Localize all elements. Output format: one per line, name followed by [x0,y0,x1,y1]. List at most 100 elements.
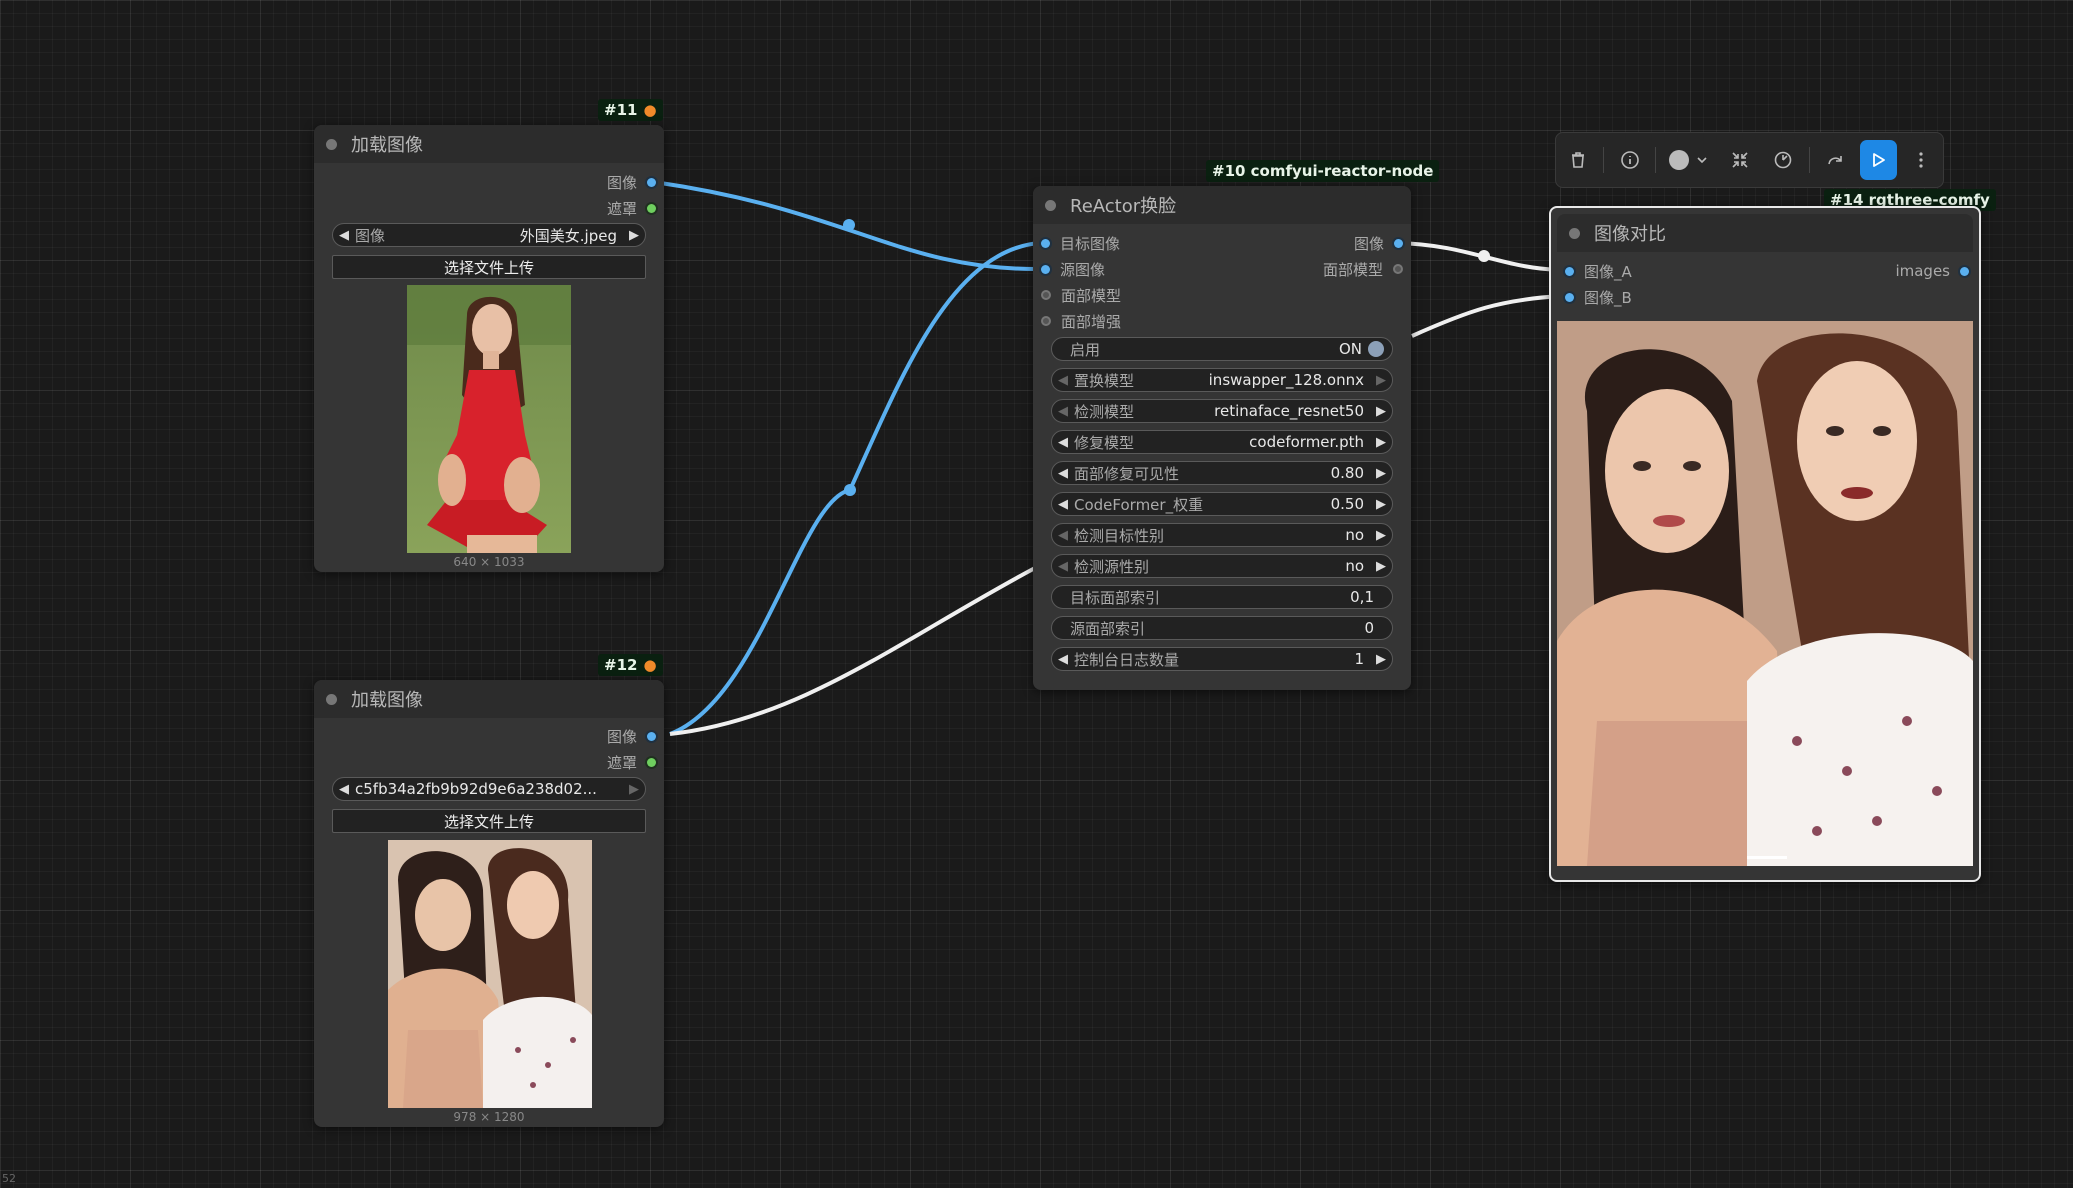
toggle-knob-icon[interactable] [1368,341,1384,357]
socket-icon[interactable] [1394,238,1403,248]
target-face-index-widget[interactable]: 目标面部索引 0,1 [1051,585,1393,609]
source-face-index-widget[interactable]: 源面部索引 0 [1051,616,1393,640]
widget-value: codeformer.pth [1249,433,1364,451]
input-target-image-slot[interactable]: 目标图像 [1041,232,1120,254]
output-mask-slot[interactable]: 遮罩 [607,197,656,219]
more-icon[interactable] [1903,140,1940,180]
input-face-boost-slot[interactable]: 面部增强 [1041,310,1121,332]
widget-label: 控制台日志数量 [1074,650,1180,669]
toolbar-divider [1808,147,1810,173]
output-face-model-slot[interactable]: 面部模型 [1323,258,1403,280]
widget-value: retinaface_resnet50 [1214,402,1364,420]
run-button[interactable] [1859,140,1897,180]
input-image-b-slot[interactable]: 图像_B [1565,286,1632,308]
arrow-left-icon[interactable]: ◀ [333,228,355,243]
socket-icon[interactable] [1041,264,1050,274]
arrow-left-icon[interactable]: ◀ [333,782,355,797]
arrow-right-icon[interactable]: ▶ [1370,559,1392,574]
socket-icon[interactable] [1565,292,1574,302]
color-picker-button[interactable] [1663,140,1715,180]
image-preview [388,840,592,1108]
widget-value: no [1345,526,1364,544]
slot-label: 图像_B [1584,288,1632,307]
arrow-left-icon[interactable]: ◀ [1052,404,1074,419]
arrow-right-icon[interactable]: ▶ [1370,435,1392,450]
collapse-dot-icon[interactable] [326,138,337,150]
image-compare-node[interactable]: 图像对比 图像_A 图像_B images [1549,206,1981,882]
node-id: #12 [604,656,638,674]
arrow-right-icon[interactable]: ▶ [1370,404,1392,419]
socket-icon[interactable] [1041,316,1051,326]
node-header[interactable]: 加载图像 [314,125,664,163]
node-header[interactable]: ReActor换脸 [1033,186,1411,224]
image-size-label: 978 × 1280 [453,1110,525,1124]
socket-icon[interactable] [647,731,656,741]
arrow-right-icon[interactable]: ▶ [1370,466,1392,481]
swap-model-widget[interactable]: ◀ 置换模型 inswapper_128.onnx ▶ [1051,368,1393,392]
socket-icon[interactable] [1041,290,1051,300]
arrow-right-icon[interactable]: ▶ [1370,528,1392,543]
widget-value: 1 [1354,650,1364,668]
socket-icon[interactable] [1041,238,1050,248]
bypass-icon[interactable] [1764,140,1801,180]
redo-icon[interactable] [1816,140,1853,180]
load-image-node-12[interactable]: 加载图像 图像 遮罩 ◀ c5fb34a2fb9b92d9e6a238d02..… [314,680,664,1127]
input-face-model-slot[interactable]: 面部模型 [1041,284,1121,306]
arrow-left-icon[interactable]: ◀ [1052,652,1074,667]
arrow-left-icon[interactable]: ◀ [1052,435,1074,450]
collapse-dot-icon[interactable] [1569,227,1580,239]
collapse-icon[interactable] [1721,140,1758,180]
image-select-widget[interactable]: ◀ c5fb34a2fb9b92d9e6a238d02... ▶ [332,777,646,801]
arrow-right-icon[interactable]: ▶ [623,228,645,243]
socket-icon[interactable] [647,757,656,767]
detect-model-widget[interactable]: ◀ 检测模型 retinaface_resnet50 ▶ [1051,399,1393,423]
widget-label: 图像 [355,226,386,245]
enable-toggle-widget[interactable]: 启用 ON [1051,337,1393,361]
widget-value: 0,1 [1350,588,1374,606]
input-image-a-slot[interactable]: 图像_A [1565,260,1632,282]
arrow-left-icon[interactable]: ◀ [1052,497,1074,512]
output-image-slot[interactable]: 图像 [607,725,656,747]
input-source-image-slot[interactable]: 源图像 [1041,258,1105,280]
upload-button[interactable]: 选择文件上传 [332,255,646,279]
arrow-right-icon[interactable]: ▶ [1370,652,1392,667]
arrow-left-icon[interactable]: ◀ [1052,528,1074,543]
collapse-dot-icon[interactable] [326,693,337,705]
arrow-right-icon[interactable]: ▶ [623,782,645,797]
comparison-image[interactable] [1557,321,1973,866]
widget-label: 面部修复可见性 [1074,464,1180,483]
restore-model-widget[interactable]: ◀ 修复模型 codeformer.pth ▶ [1051,430,1393,454]
output-image-slot[interactable]: 图像 [1354,232,1403,254]
collapse-dot-icon[interactable] [1045,199,1056,211]
node-header[interactable]: 图像对比 [1557,214,1973,252]
image-select-widget[interactable]: ◀ 图像 外国美女.jpeg ▶ [332,223,646,247]
trash-icon[interactable] [1559,140,1596,180]
selection-toolbar [1555,132,1944,188]
output-mask-slot[interactable]: 遮罩 [607,751,656,773]
detect-source-gender-widget[interactable]: ◀ 检测源性别 no ▶ [1051,554,1393,578]
upload-button[interactable]: 选择文件上传 [332,809,646,833]
detect-target-gender-widget[interactable]: ◀ 检测目标性别 no ▶ [1051,523,1393,547]
socket-icon[interactable] [1565,266,1574,276]
widget-label: CodeFormer_权重 [1074,495,1204,514]
socket-icon[interactable] [647,177,656,187]
widget-value: no [1345,557,1364,575]
codeformer-weight-widget[interactable]: ◀ CodeFormer_权重 0.50 ▶ [1051,492,1393,516]
restore-visibility-widget[interactable]: ◀ 面部修复可见性 0.80 ▶ [1051,461,1393,485]
node-header[interactable]: 加载图像 [314,680,664,718]
info-icon[interactable] [1611,140,1648,180]
arrow-left-icon[interactable]: ◀ [1052,466,1074,481]
arrow-left-icon[interactable]: ◀ [1052,373,1074,388]
output-images-slot[interactable]: images [1895,260,1969,282]
widget-value: 外国美女.jpeg [519,226,617,245]
arrow-left-icon[interactable]: ◀ [1052,559,1074,574]
arrow-right-icon[interactable]: ▶ [1370,373,1392,388]
console-log-level-widget[interactable]: ◀ 控制台日志数量 1 ▶ [1051,647,1393,671]
reactor-face-swap-node[interactable]: ReActor换脸 目标图像 源图像 面部模型 面部增强 图像 面部模型 启用 … [1033,186,1411,690]
output-image-slot[interactable]: 图像 [607,171,656,193]
arrow-right-icon[interactable]: ▶ [1370,497,1392,512]
socket-icon[interactable] [647,203,656,213]
load-image-node-11[interactable]: 加载图像 图像 遮罩 ◀ 图像 外国美女.jpeg ▶ 选择文件上传 640 ×… [314,125,664,572]
socket-icon[interactable] [1960,266,1969,276]
socket-icon[interactable] [1393,264,1403,274]
